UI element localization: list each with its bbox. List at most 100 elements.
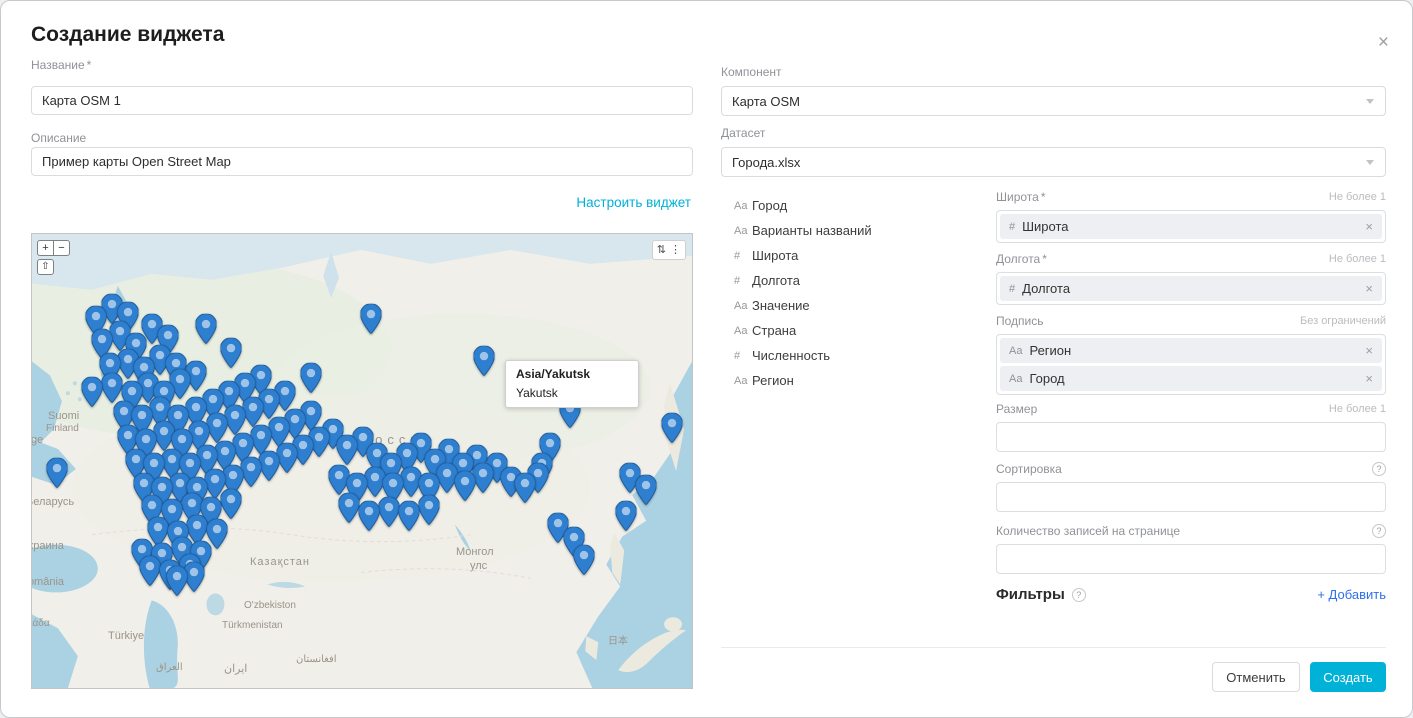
dataset-select[interactable]: Города.xlsx — [721, 147, 1386, 177]
map-marker[interactable] — [454, 471, 475, 501]
sort-input[interactable] — [996, 482, 1386, 512]
map-marker[interactable] — [277, 443, 298, 473]
map-marker[interactable] — [574, 544, 595, 574]
map-marker[interactable] — [473, 346, 494, 376]
map-marker[interactable] — [616, 500, 637, 530]
dataset-field-item[interactable]: AaРегион — [734, 368, 974, 393]
mapping-section-header: Долгота *Не более 1 — [996, 251, 1386, 266]
map-toolbar: ⇅ ⋮ — [652, 240, 686, 260]
remove-chip-icon[interactable]: × — [1365, 343, 1373, 358]
help-icon[interactable]: ? — [1372, 524, 1386, 538]
map-marker[interactable] — [472, 463, 493, 493]
text-type-icon: Aa — [734, 225, 752, 237]
map-marker[interactable] — [81, 377, 102, 407]
dataset-field-item[interactable]: #Долгота — [734, 268, 974, 293]
map-marker[interactable] — [337, 435, 358, 465]
fit-extent-button[interactable]: ⇧ — [37, 259, 54, 275]
filters-row: Фильтры ? + Добавить — [996, 586, 1386, 603]
number-type-icon: # — [734, 350, 752, 362]
map-marker[interactable] — [221, 338, 242, 368]
map-marker[interactable] — [196, 313, 217, 343]
map-marker[interactable] — [514, 473, 535, 503]
dataset-field-item[interactable]: AaГород — [734, 193, 974, 218]
field-chip[interactable]: #Широта× — [1000, 214, 1382, 239]
text-type-icon: Aa — [734, 325, 752, 337]
name-input[interactable] — [31, 86, 693, 115]
map-marker[interactable] — [243, 397, 264, 427]
map-marker[interactable] — [378, 497, 399, 527]
map-marker[interactable] — [166, 566, 187, 596]
create-widget-dialog: Создание виджета × Название* Описание На… — [0, 0, 1413, 718]
mapping-section-caption: ПодписьБез ограниченийAaРегион×AaГород× — [996, 313, 1386, 395]
map-marker[interactable] — [358, 500, 379, 530]
mapping-section-lat: Широта *Не более 1 #Широта× — [996, 189, 1386, 243]
map-marker[interactable] — [221, 489, 242, 519]
map-marker[interactable] — [101, 373, 122, 403]
remove-chip-icon[interactable]: × — [1365, 281, 1373, 296]
mapping-section-header: Количество записей на странице? — [996, 523, 1386, 538]
mapping-section-header: Подпись Без ограничений — [996, 313, 1386, 328]
lat-field[interactable]: #Широта× — [996, 210, 1386, 243]
dataset-field-label: Численность — [752, 348, 830, 363]
sort-icon[interactable]: ⇅ — [657, 245, 666, 256]
dataset-field-label: Варианты названий — [752, 223, 872, 238]
filters-label: Фильтры — [996, 586, 1065, 603]
required-asterisk: * — [87, 58, 92, 72]
map-marker[interactable] — [662, 413, 683, 443]
field-chip[interactable]: AaГород× — [1000, 366, 1382, 391]
description-input[interactable] — [31, 147, 693, 176]
page-size-input[interactable] — [996, 544, 1386, 574]
mapping-hint: Не более 1 — [1329, 403, 1386, 415]
map-marker[interactable] — [139, 556, 160, 586]
close-icon[interactable]: × — [1378, 33, 1389, 52]
map-marker[interactable] — [398, 500, 419, 530]
help-icon[interactable]: ? — [1072, 588, 1086, 602]
help-icon[interactable]: ? — [1372, 462, 1386, 476]
map-marker[interactable] — [360, 303, 381, 333]
text-type-icon: Aa — [734, 200, 752, 212]
map-marker[interactable] — [241, 457, 262, 487]
map-marker[interactable] — [636, 475, 657, 505]
cancel-button[interactable]: Отменить — [1212, 662, 1300, 692]
caption-field[interactable]: AaРегион×AaГород× — [996, 334, 1386, 395]
mapping-hint: Без ограничений — [1300, 315, 1386, 327]
mapping-label: Подпись — [996, 314, 1044, 328]
map-marker[interactable] — [301, 363, 322, 393]
dataset-field-item[interactable]: AaВарианты названий — [734, 218, 974, 243]
remove-chip-icon[interactable]: × — [1365, 371, 1373, 386]
map-zoom-control: + − — [37, 240, 70, 256]
map-tooltip-title: Asia/Yakutsk — [516, 367, 628, 381]
mapping-label: Размер — [996, 402, 1037, 416]
dataset-field-item[interactable]: AaЗначение — [734, 293, 974, 318]
configure-widget-link[interactable]: Настроить виджет — [576, 195, 691, 210]
field-chip[interactable]: Aa Регион × — [1000, 338, 1382, 363]
map-marker[interactable] — [46, 458, 67, 488]
map-marker[interactable] — [207, 413, 228, 443]
chevron-down-icon — [1366, 99, 1374, 104]
kebab-menu-icon[interactable]: ⋮ — [670, 245, 681, 256]
zoom-in-button[interactable]: + — [37, 240, 54, 256]
dataset-field-item[interactable]: #Широта — [734, 243, 974, 268]
component-select-value: Карта OSM — [732, 94, 800, 109]
create-button[interactable]: Создать — [1310, 662, 1386, 692]
lon-field[interactable]: #Долгота× — [996, 272, 1386, 305]
mapping-section-size: Размер Не более 1 — [996, 401, 1386, 452]
zoom-out-button[interactable]: − — [53, 240, 70, 256]
text-type-icon: Aa — [1009, 345, 1022, 357]
component-select[interactable]: Карта OSM — [721, 86, 1386, 116]
map-marker[interactable] — [339, 493, 360, 523]
field-chip-label: Регион — [1029, 343, 1071, 358]
dataset-field-item[interactable]: #Численность — [734, 343, 974, 368]
name-label-text: Название — [31, 58, 85, 72]
field-chip[interactable]: #Долгота× — [1000, 276, 1382, 301]
size-input[interactable] — [996, 422, 1386, 452]
dataset-select-value: Города.xlsx — [732, 155, 800, 170]
map-marker[interactable] — [225, 405, 246, 435]
map-marker[interactable] — [259, 451, 280, 481]
map-marker[interactable] — [418, 495, 439, 525]
remove-chip-icon[interactable]: × — [1365, 219, 1373, 234]
mapping-section-header: Широта *Не более 1 — [996, 189, 1386, 204]
dataset-field-item[interactable]: AaСтрана — [734, 318, 974, 343]
add-filter-button[interactable]: + Добавить — [1317, 587, 1386, 602]
osm-map[interactable]: SuomiFinlandSverigeБеларусьУкраинаRomâni… — [31, 233, 693, 689]
